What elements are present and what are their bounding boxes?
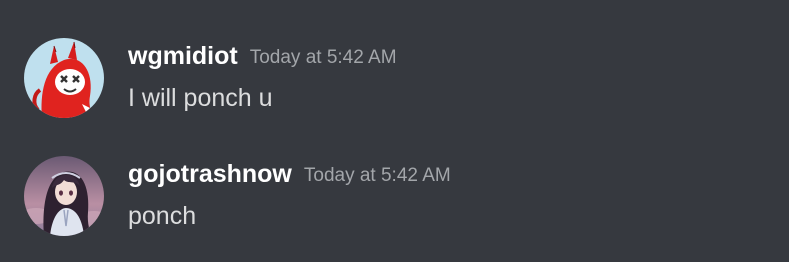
message-header: gojotrashnow Today at 5:42 AM — [128, 162, 451, 187]
message-item: gojotrashnow Today at 5:42 AM ponch — [0, 146, 789, 246]
message-content: ponch — [128, 202, 197, 230]
message-header: wgmidiot Today at 5:42 AM — [128, 44, 397, 69]
red-devil-avatar-icon — [24, 38, 104, 118]
anime-girl-avatar-icon — [24, 156, 104, 236]
username[interactable]: gojotrashnow — [128, 160, 292, 188]
message-item: wgmidiot Today at 5:42 AM I will ponch u — [0, 28, 789, 128]
avatar[interactable] — [24, 38, 104, 118]
username[interactable]: wgmidiot — [128, 42, 238, 70]
avatar[interactable] — [24, 156, 104, 236]
message-content: I will ponch u — [128, 84, 273, 112]
timestamp[interactable]: Today at 5:42 AM — [304, 165, 451, 186]
chat-messages: wgmidiot Today at 5:42 AM I will ponch u — [0, 0, 789, 262]
timestamp[interactable]: Today at 5:42 AM — [250, 47, 397, 68]
